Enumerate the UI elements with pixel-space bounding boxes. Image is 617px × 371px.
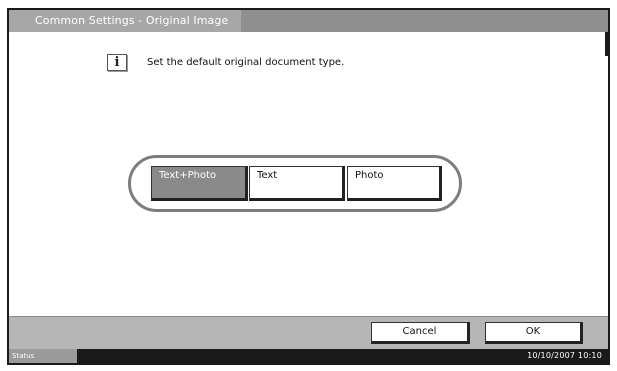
title-bar: Common Settings - Original Image: [9, 10, 608, 32]
title-tab: Common Settings - Original Image: [9, 10, 241, 32]
instruction-row: i Set the default original document type…: [107, 51, 344, 73]
ok-button[interactable]: OK: [485, 322, 583, 344]
option-label: Text: [257, 170, 278, 181]
status-button[interactable]: Status: [9, 349, 77, 363]
option-text[interactable]: Text: [249, 166, 345, 201]
option-label: Text+Photo: [159, 170, 217, 181]
instruction-text: Set the default original document type.: [147, 56, 345, 68]
scroll-edge: [605, 32, 608, 56]
settings-panel: Common Settings - Original Image i Set t…: [7, 8, 610, 365]
option-text-photo[interactable]: Text+Photo: [151, 166, 248, 201]
date-time: 10/10/2007 10:10: [527, 351, 602, 360]
cancel-button[interactable]: Cancel: [371, 322, 470, 344]
option-photo[interactable]: Photo: [347, 166, 442, 201]
info-icon: i: [107, 53, 127, 71]
option-label: Photo: [355, 170, 384, 181]
status-bar: Status 10/10/2007 10:10: [9, 349, 608, 363]
page-title: Common Settings - Original Image: [35, 14, 229, 27]
